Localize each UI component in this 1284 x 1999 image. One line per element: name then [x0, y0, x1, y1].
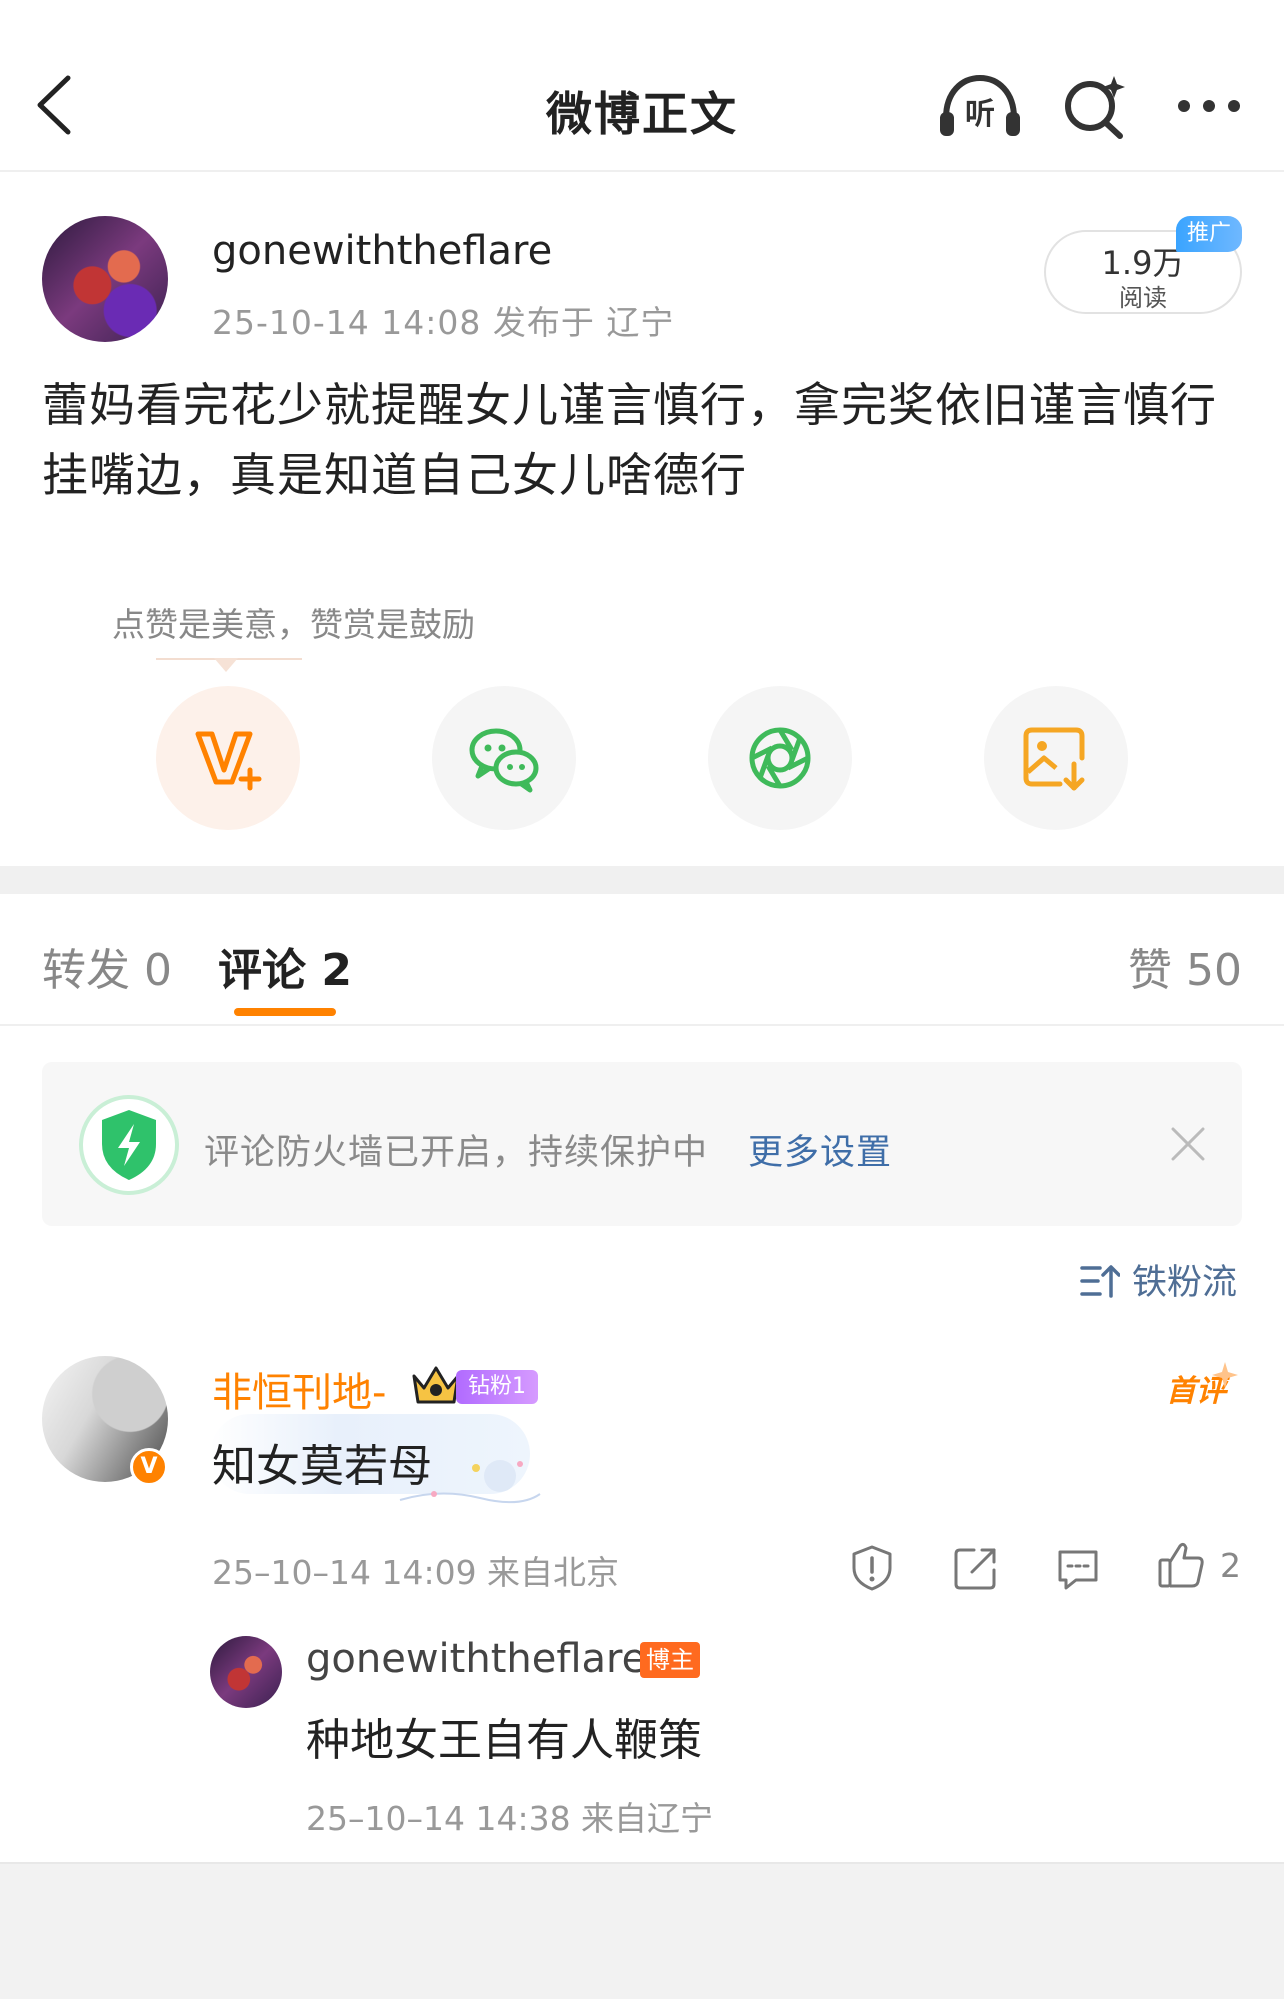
tab-comment[interactable]: 评论 2: [218, 934, 352, 998]
shield-icon: [79, 1095, 179, 1195]
comment-text: 知女莫若母: [212, 1441, 432, 1492]
tabs-divider: [0, 1024, 1284, 1026]
reply-text: 种地女王自有人鞭策: [306, 1715, 702, 1766]
sparkle-icon: [1212, 1362, 1238, 1388]
promo-tag: 推广: [1176, 216, 1242, 252]
sort-icon[interactable]: [1080, 1262, 1120, 1300]
share-icon[interactable]: [952, 1544, 1000, 1592]
v-reward-button[interactable]: [156, 686, 300, 830]
reward-tip: 点赞是美意，赞赏是鼓励: [112, 605, 475, 644]
listen-icon[interactable]: 听: [938, 74, 1022, 138]
comment-author-name[interactable]: 非恒刊地-: [212, 1360, 386, 1418]
reply-author-name[interactable]: gonewiththeflare: [306, 1636, 646, 1682]
author-name[interactable]: gonewiththeflare: [212, 228, 552, 274]
moments-share-button[interactable]: [708, 686, 852, 830]
reply-avatar[interactable]: [210, 1636, 282, 1708]
more-icon[interactable]: [1176, 98, 1242, 114]
tab-like[interactable]: 赞 50: [1128, 934, 1242, 998]
wechat-icon: [469, 728, 539, 793]
post-meta: 25-10-14 14:08 发布于 辽宁: [212, 303, 675, 342]
tab-repost[interactable]: 转发 0: [42, 934, 172, 998]
reply-icon[interactable]: [1054, 1544, 1102, 1592]
comment-like-count: 2: [1220, 1546, 1241, 1585]
author-avatar[interactable]: [42, 216, 168, 342]
save-image-button[interactable]: [984, 686, 1128, 830]
active-tab-indicator: [234, 1008, 336, 1016]
section-divider: [0, 866, 1284, 894]
reply-meta: 25–10–14 14:38 来自辽宁: [306, 1799, 714, 1838]
comment-meta: 25–10–14 14:09 来自北京: [212, 1553, 620, 1592]
firewall-text: 评论防火墙已开启，持续保护中: [204, 1133, 709, 1173]
close-icon[interactable]: [1170, 1126, 1206, 1162]
tip-arrow-icon: [214, 658, 238, 672]
report-icon[interactable]: [848, 1544, 896, 1592]
bottom-filler: [0, 1862, 1284, 1999]
read-label: 阅读: [1119, 284, 1167, 312]
post-body: 蕾妈看完花少就提醒女儿谨言慎行，拿完奖依旧谨言慎行挂嘴边，真是知道自己女儿啥德行: [42, 378, 1217, 502]
like-icon[interactable]: [1156, 1540, 1206, 1590]
more-settings-link[interactable]: 更多设置: [748, 1124, 892, 1175]
listen-label: 听: [965, 97, 995, 132]
owner-badge: 博主: [640, 1642, 700, 1678]
verified-badge: V: [130, 1448, 168, 1486]
fan-badge: 钻粉1: [456, 1370, 538, 1404]
v-plus-icon: [195, 731, 262, 791]
moments-icon: [749, 727, 811, 789]
save-image-icon: [1023, 727, 1085, 791]
wechat-share-button[interactable]: [432, 686, 576, 830]
search-icon[interactable]: [1062, 74, 1126, 140]
sort-label[interactable]: 铁粉流: [1132, 1254, 1237, 1305]
crown-icon: [412, 1366, 460, 1404]
